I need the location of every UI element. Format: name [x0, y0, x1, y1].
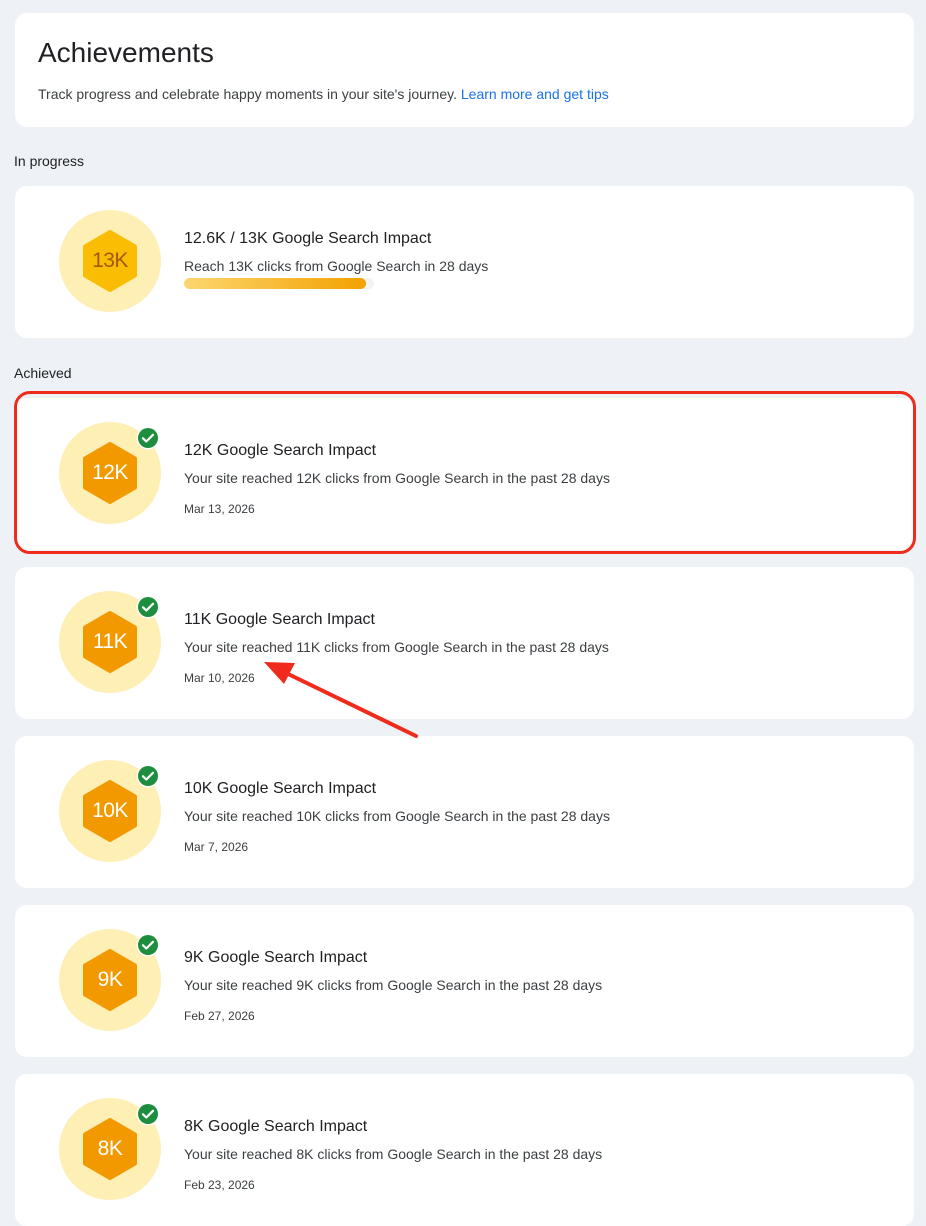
in-progress-card[interactable]: 13K 12.6K / 13K Google Search Impact Rea…: [15, 186, 914, 338]
section-label-in-progress: In progress: [14, 153, 85, 169]
learn-more-link[interactable]: Learn more and get tips: [461, 86, 609, 102]
section-label-achieved: Achieved: [14, 365, 72, 381]
achievement-title: 12K Google Search Impact: [184, 442, 377, 459]
check-circle-icon: [136, 933, 160, 957]
achievement-description: Reach 13K clicks from Google Search in 2…: [184, 258, 489, 274]
header-card: Achievements Track progress and celebrat…: [15, 13, 914, 127]
check-circle-icon: [136, 1102, 160, 1126]
description-text: Track progress and celebrate happy momen…: [38, 86, 457, 102]
achievement-date: Mar 7, 2026: [184, 840, 249, 854]
achievement-date: Feb 23, 2026: [184, 1178, 255, 1192]
badge: 13K: [59, 210, 161, 312]
achievement-date: Mar 10, 2026: [184, 671, 255, 685]
progress-bar-fill: [184, 278, 367, 289]
page-description: Track progress and celebrate happy momen…: [38, 86, 914, 102]
achievement-description: Your site reached 11K clicks from Google…: [184, 639, 609, 655]
achievement-card[interactable]: 10K 10K Google Search Impact Your site r…: [15, 736, 914, 888]
achievement-card[interactable]: 9K 9K Google Search Impact Your site rea…: [15, 905, 914, 1057]
badge: 8K: [59, 1098, 161, 1200]
badge: 10K: [59, 760, 161, 862]
achievement-description: Your site reached 10K clicks from Google…: [184, 808, 610, 824]
badge: 12K: [59, 422, 161, 524]
achievement-card[interactable]: 11K 11K Google Search Impact Your site r…: [15, 567, 914, 719]
achievement-date: Feb 27, 2026: [184, 1009, 255, 1023]
achievement-card[interactable]: 12K 12K Google Search Impact Your site r…: [15, 398, 914, 550]
badge: 9K: [59, 929, 161, 1031]
page-title: Achievements: [38, 37, 214, 68]
progress-bar: [184, 278, 374, 289]
check-circle-icon: [136, 764, 160, 788]
achievement-title: 10K Google Search Impact: [184, 780, 377, 797]
check-circle-icon: [136, 426, 160, 450]
achievement-card[interactable]: 8K 8K Google Search Impact Your site rea…: [15, 1074, 914, 1226]
badge-label: 13K: [92, 249, 128, 272]
achievement-title: 12.6K / 13K Google Search Impact: [184, 230, 432, 247]
badge: 11K: [59, 591, 161, 693]
achievement-description: Your site reached 12K clicks from Google…: [184, 470, 610, 486]
achievement-title: 9K Google Search Impact: [184, 949, 368, 966]
achievement-description: Your site reached 9K clicks from Google …: [184, 977, 603, 993]
check-circle-icon: [136, 595, 160, 619]
achievement-description: Your site reached 8K clicks from Google …: [184, 1146, 603, 1162]
achievement-title: 8K Google Search Impact: [184, 1118, 368, 1135]
achievement-title: 11K Google Search Impact: [184, 611, 375, 628]
achievement-date: Mar 13, 2026: [184, 502, 255, 516]
